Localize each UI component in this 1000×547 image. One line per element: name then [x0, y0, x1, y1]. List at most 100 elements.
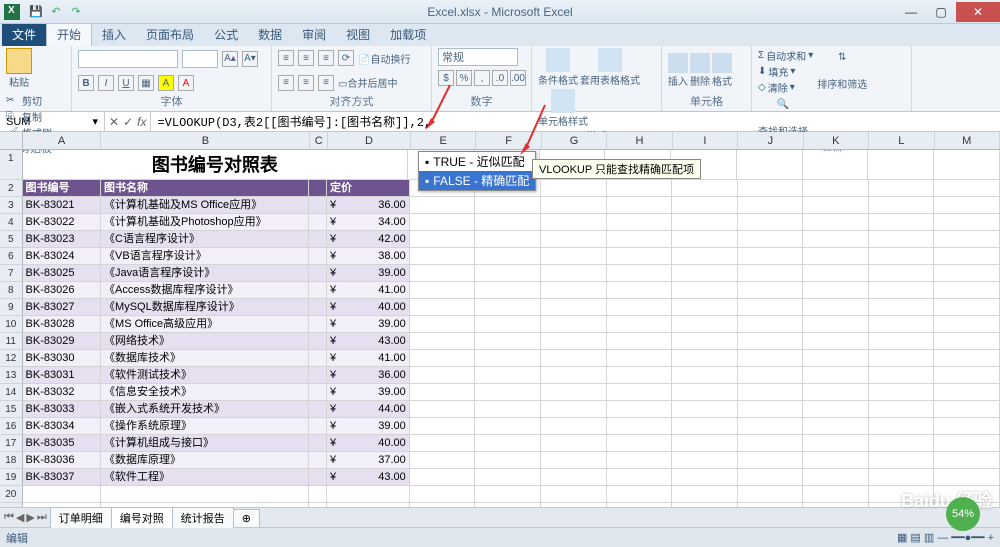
align-right-icon[interactable]: ≡	[318, 75, 334, 91]
cell[interactable]: ¥41.00	[327, 282, 410, 299]
cell[interactable]: ¥36.00	[327, 197, 410, 214]
cell[interactable]	[869, 350, 935, 367]
column-header[interactable]: I	[673, 132, 738, 149]
accept-formula-icon[interactable]: ✓	[123, 115, 133, 129]
cell[interactable]: ¥43.00	[327, 469, 410, 486]
font-family-select[interactable]	[78, 50, 178, 68]
cell[interactable]: BK-83035	[23, 435, 102, 452]
cell[interactable]: 《VB语言程序设计》	[101, 248, 309, 265]
cell[interactable]	[410, 316, 476, 333]
cell[interactable]	[607, 469, 673, 486]
cell[interactable]: ¥43.00	[327, 333, 410, 350]
dec-decimal-icon[interactable]: .00	[510, 70, 526, 86]
cell[interactable]	[672, 401, 738, 418]
cell[interactable]: ¥34.00	[327, 214, 410, 231]
cell[interactable]: BK-83037	[23, 469, 102, 486]
cell[interactable]	[541, 452, 607, 469]
insert-cell-button[interactable]: 插入	[668, 53, 688, 88]
row-header[interactable]: 17	[0, 435, 23, 452]
row-header[interactable]: 2	[0, 180, 23, 197]
cell[interactable]	[541, 265, 607, 282]
cell[interactable]	[934, 350, 1000, 367]
cell[interactable]	[803, 231, 869, 248]
decrease-font-icon[interactable]: A▾	[242, 51, 258, 67]
cell[interactable]	[672, 231, 738, 248]
cell[interactable]	[327, 503, 410, 507]
cell[interactable]	[309, 418, 327, 435]
cell[interactable]: 《Java语言程序设计》	[101, 265, 309, 282]
cell[interactable]	[803, 469, 869, 486]
cell[interactable]	[803, 435, 869, 452]
cell[interactable]	[475, 248, 541, 265]
cell[interactable]	[410, 333, 476, 350]
row-header[interactable]: 15	[0, 401, 23, 418]
cell[interactable]	[541, 486, 607, 503]
cell[interactable]	[869, 452, 935, 469]
tab-formula[interactable]: 公式	[204, 23, 248, 46]
cell[interactable]	[738, 248, 804, 265]
cell[interactable]	[410, 248, 476, 265]
cell[interactable]	[672, 180, 738, 197]
cell[interactable]: 《操作系统原理》	[101, 418, 309, 435]
cell[interactable]	[410, 197, 476, 214]
row-header[interactable]: 8	[0, 282, 23, 299]
cell[interactable]	[309, 231, 327, 248]
cell[interactable]: BK-83032	[23, 384, 102, 401]
cell[interactable]	[803, 367, 869, 384]
cell[interactable]	[607, 282, 673, 299]
save-icon[interactable]: 💾	[28, 4, 44, 20]
cell[interactable]	[410, 486, 476, 503]
cell[interactable]	[934, 333, 1000, 350]
column-header[interactable]: L	[869, 132, 934, 149]
tab-layout[interactable]: 页面布局	[136, 23, 204, 46]
next-sheet-icon[interactable]: ▶	[26, 511, 34, 524]
comma-icon[interactable]: ,	[474, 70, 490, 86]
cell[interactable]: BK-83031	[23, 367, 102, 384]
cell[interactable]	[475, 265, 541, 282]
row-header[interactable]: 19	[0, 469, 23, 486]
autosum-button[interactable]: Σ 自动求和 ▾	[758, 48, 813, 63]
cell[interactable]	[672, 486, 738, 503]
cell[interactable]	[869, 367, 935, 384]
cell[interactable]	[101, 486, 309, 503]
row-header[interactable]: 14	[0, 384, 23, 401]
cell[interactable]	[309, 265, 327, 282]
cell[interactable]	[672, 214, 738, 231]
cell[interactable]	[934, 452, 1000, 469]
cell[interactable]	[738, 452, 804, 469]
cell[interactable]: BK-83022	[23, 214, 102, 231]
cell[interactable]: 《C语言程序设计》	[101, 231, 309, 248]
row-header[interactable]: 4	[0, 214, 23, 231]
cell[interactable]	[738, 231, 804, 248]
merge-center-button[interactable]: ▭合并后居中	[338, 75, 397, 90]
cell[interactable]: 定价	[327, 180, 410, 197]
cell[interactable]: ¥42.00	[327, 231, 410, 248]
cell[interactable]	[934, 231, 1000, 248]
cell[interactable]	[869, 401, 935, 418]
cell[interactable]	[738, 418, 804, 435]
cell[interactable]: BK-83033	[23, 401, 102, 418]
cell[interactable]	[869, 214, 935, 231]
cell[interactable]: BK-83026	[23, 282, 102, 299]
cell[interactable]	[934, 265, 1000, 282]
cell[interactable]	[934, 367, 1000, 384]
cell[interactable]	[934, 150, 1000, 180]
cell[interactable]	[309, 282, 327, 299]
cell[interactable]	[672, 282, 738, 299]
cell[interactable]	[737, 150, 803, 180]
cell[interactable]	[309, 503, 327, 507]
cell[interactable]	[101, 503, 309, 507]
cell[interactable]	[541, 231, 607, 248]
cell[interactable]	[475, 418, 541, 435]
last-sheet-icon[interactable]: ⏭	[37, 511, 47, 524]
cell[interactable]	[309, 180, 327, 197]
cell[interactable]	[672, 503, 738, 507]
option-false[interactable]: ▪FALSE - 精确匹配	[419, 171, 535, 190]
cell[interactable]	[869, 248, 935, 265]
currency-icon[interactable]: $	[438, 70, 454, 86]
cell[interactable]	[309, 452, 327, 469]
cell[interactable]: 《数据库原理》	[101, 452, 309, 469]
cell[interactable]	[738, 265, 804, 282]
cell[interactable]	[309, 486, 327, 503]
cell[interactable]: ¥38.00	[327, 248, 410, 265]
